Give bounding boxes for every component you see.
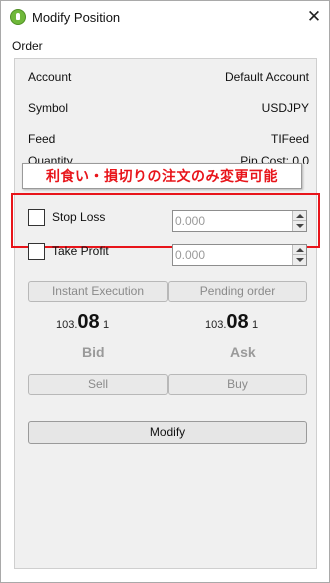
- ask-price-prefix: 103.: [205, 319, 227, 331]
- title-bar: Modify Position ✕: [1, 1, 329, 33]
- order-section-label: Order: [12, 39, 43, 53]
- account-row: Account Default Account: [28, 70, 309, 86]
- stop-loss-checkbox[interactable]: [28, 209, 45, 226]
- ask-price-fraction: 1: [252, 319, 259, 331]
- arrow-up-icon[interactable]: [292, 211, 306, 221]
- bid-price-prefix: 103.: [56, 319, 78, 331]
- window-title: Modify Position: [32, 10, 121, 25]
- account-label: Account: [28, 70, 72, 84]
- stop-loss-spinner: [172, 210, 307, 232]
- take-profit-checkbox[interactable]: [28, 243, 45, 260]
- app-icon: [10, 9, 26, 25]
- bid-price-fraction: 1: [103, 319, 110, 331]
- ask-price-pips: 08: [226, 311, 249, 333]
- feed-value: TIFeed: [270, 132, 309, 146]
- feed-label: Feed: [28, 132, 56, 146]
- arrow-up-icon[interactable]: [292, 245, 306, 255]
- symbol-row: Symbol USDJPY: [28, 101, 309, 117]
- bid-price: 103.08 1: [56, 311, 109, 341]
- ask-label: Ask: [230, 344, 256, 360]
- annotation-banner: 利食い・損切りの注文のみ変更可能: [22, 163, 302, 189]
- pending-order-tab[interactable]: Pending order: [168, 281, 307, 302]
- buy-button[interactable]: Buy: [168, 374, 307, 395]
- arrow-down-icon[interactable]: [292, 255, 306, 265]
- symbol-value: USDJPY: [261, 101, 309, 115]
- stop-loss-input[interactable]: [175, 213, 287, 229]
- arrow-down-icon[interactable]: [292, 221, 306, 231]
- modify-button[interactable]: Modify: [28, 421, 307, 444]
- bid-price-pips: 08: [77, 311, 100, 333]
- sell-button[interactable]: Sell: [28, 374, 168, 395]
- instant-execution-tab[interactable]: Instant Execution: [28, 281, 168, 302]
- symbol-label: Symbol: [28, 101, 69, 115]
- ask-price: 103.08 1: [205, 311, 258, 341]
- modify-position-window: Modify Position ✕ Order Account Default …: [0, 0, 330, 583]
- take-profit-label: Take Profit: [52, 244, 109, 258]
- order-panel: Account Default Account Symbol USDJPY Fe…: [14, 58, 317, 569]
- feed-row: Feed TIFeed: [28, 132, 309, 148]
- take-profit-input[interactable]: [175, 247, 287, 263]
- take-profit-spinner: [172, 244, 307, 266]
- stop-loss-label: Stop Loss: [52, 210, 106, 224]
- bid-label: Bid: [82, 344, 105, 360]
- close-icon[interactable]: ✕: [301, 5, 327, 29]
- account-value: Default Account: [224, 70, 309, 84]
